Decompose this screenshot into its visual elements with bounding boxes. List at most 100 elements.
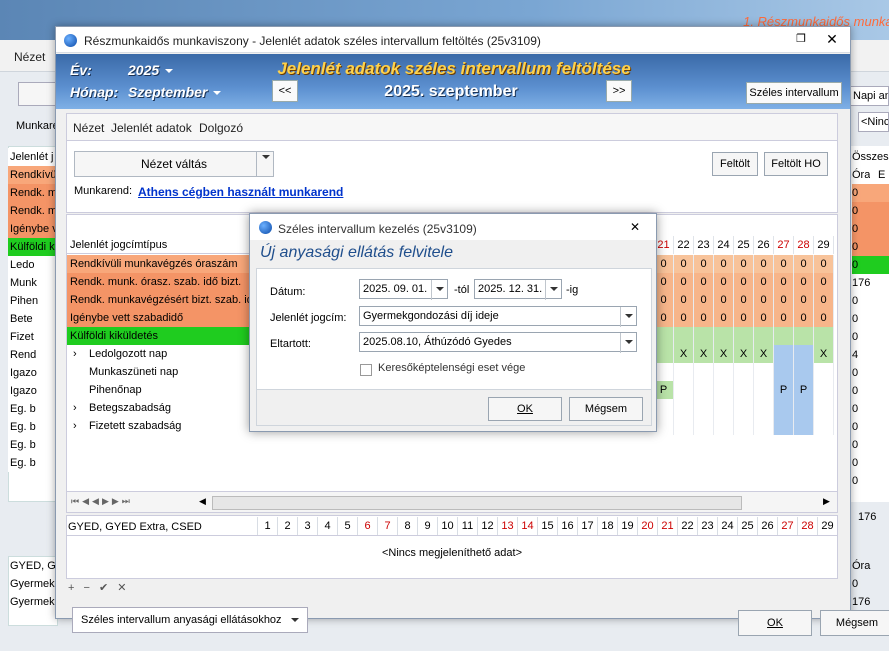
day-cell[interactable] bbox=[694, 399, 714, 417]
day-cell[interactable] bbox=[814, 417, 834, 435]
ok-button[interactable]: OK bbox=[738, 610, 812, 636]
expand-chevron-icon[interactable]: › bbox=[73, 345, 77, 363]
day-cell[interactable]: 0 bbox=[734, 309, 754, 327]
day-cell[interactable] bbox=[814, 399, 834, 417]
scroll-left-icon[interactable]: ◀ bbox=[199, 496, 206, 507]
chevron-down-icon[interactable] bbox=[431, 280, 447, 300]
day-cell[interactable] bbox=[674, 327, 694, 345]
day-cell[interactable] bbox=[714, 327, 734, 345]
day-cell[interactable]: 0 bbox=[794, 309, 814, 327]
chevron-down-icon[interactable] bbox=[620, 307, 636, 327]
menu-jelenlet-adatok[interactable]: Jelenlét adatok bbox=[111, 121, 192, 135]
day-cell[interactable]: 0 bbox=[654, 255, 674, 273]
restore-icon[interactable]: ❐ bbox=[794, 32, 808, 46]
day-cell[interactable]: 0 bbox=[734, 291, 754, 309]
keresokeptelenseg-checkbox[interactable] bbox=[360, 364, 372, 376]
datum-to-field[interactable]: 2025. 12. 31. bbox=[474, 279, 562, 300]
background-nincs-select[interactable]: <Nincs bbox=[858, 112, 889, 132]
day-cell[interactable]: X bbox=[814, 345, 834, 363]
day-cell[interactable]: 0 bbox=[694, 291, 714, 309]
day-cell[interactable] bbox=[654, 363, 674, 381]
day-cell[interactable] bbox=[714, 399, 734, 417]
grid-row[interactable]: Munkaszüneti nap bbox=[67, 363, 257, 381]
day-cell[interactable]: 0 bbox=[754, 273, 774, 291]
day-cell[interactable] bbox=[654, 345, 674, 363]
day-cell[interactable] bbox=[694, 363, 714, 381]
day-cell[interactable]: 0 bbox=[694, 273, 714, 291]
day-cell[interactable] bbox=[754, 327, 774, 345]
horizontal-scrollbar[interactable]: ⏮◀◀▶▶⏭ ◀ ▶ bbox=[66, 491, 838, 513]
day-cell[interactable]: 0 bbox=[654, 273, 674, 291]
chevron-down-icon[interactable] bbox=[545, 280, 561, 300]
day-cell[interactable]: X bbox=[734, 345, 754, 363]
scroll-right-icon[interactable]: ▶ bbox=[823, 496, 830, 507]
day-cell[interactable]: 0 bbox=[754, 255, 774, 273]
day-cell[interactable] bbox=[674, 363, 694, 381]
menu-dolgozo[interactable]: Dolgozó bbox=[199, 121, 243, 135]
close-icon[interactable]: ✕ bbox=[628, 220, 642, 234]
day-cell[interactable]: P bbox=[774, 381, 794, 399]
day-cell[interactable]: 0 bbox=[674, 255, 694, 273]
honap-select[interactable]: Szeptember bbox=[128, 84, 222, 100]
day-cell[interactable] bbox=[774, 417, 794, 435]
day-cell[interactable] bbox=[754, 363, 774, 381]
day-cell[interactable] bbox=[814, 363, 834, 381]
add-icon[interactable]: + bbox=[68, 582, 74, 594]
dialog-ok-button[interactable]: OK bbox=[488, 397, 562, 421]
expand-chevron-icon[interactable]: › bbox=[73, 417, 77, 435]
ev-select[interactable]: 2025 bbox=[128, 62, 174, 78]
feltolt-ho-button[interactable]: Feltölt HO bbox=[764, 152, 828, 176]
menu-nezet[interactable]: Nézet bbox=[73, 121, 104, 135]
grid-row[interactable]: › Betegszabadság bbox=[67, 399, 257, 417]
nezet-valtas-dropdown[interactable]: Nézet váltás bbox=[74, 151, 274, 177]
day-cell[interactable]: 0 bbox=[794, 255, 814, 273]
day-cell[interactable] bbox=[654, 417, 674, 435]
window-titlebar[interactable]: Részmunkaidős munkaviszony - Jelenlét ad… bbox=[56, 27, 850, 53]
day-cell[interactable] bbox=[794, 399, 814, 417]
day-cell[interactable]: 0 bbox=[814, 255, 834, 273]
day-cell[interactable] bbox=[734, 417, 754, 435]
day-cell[interactable] bbox=[794, 327, 814, 345]
scrollbar-thumb[interactable] bbox=[212, 496, 742, 510]
grid-row[interactable]: Pihenőnap bbox=[67, 381, 257, 399]
grid-row[interactable]: Rendkívüli munkavégzés óraszám bbox=[67, 255, 257, 273]
day-cell[interactable]: 0 bbox=[674, 309, 694, 327]
grid-row[interactable]: Külföldi kiküldetés bbox=[67, 327, 257, 345]
day-cell[interactable]: 0 bbox=[734, 273, 754, 291]
day-cell[interactable]: 0 bbox=[714, 309, 734, 327]
day-cell[interactable]: 0 bbox=[674, 273, 694, 291]
day-cell[interactable] bbox=[734, 363, 754, 381]
day-cell[interactable] bbox=[674, 399, 694, 417]
day-cell[interactable]: 0 bbox=[754, 309, 774, 327]
day-cell[interactable] bbox=[794, 363, 814, 381]
check-icon[interactable]: ✔ bbox=[99, 582, 108, 594]
day-cell[interactable]: 0 bbox=[714, 273, 734, 291]
day-cell[interactable] bbox=[714, 417, 734, 435]
day-cell[interactable]: 0 bbox=[814, 309, 834, 327]
dialog-cancel-button[interactable]: Mégsem bbox=[569, 397, 643, 421]
day-cell[interactable] bbox=[774, 327, 794, 345]
day-cell[interactable]: 0 bbox=[734, 255, 754, 273]
day-cell[interactable] bbox=[754, 381, 774, 399]
expand-chevron-icon[interactable]: › bbox=[73, 399, 77, 417]
cancel-icon[interactable]: ✕ bbox=[117, 582, 126, 594]
next-month-button[interactable]: >> bbox=[606, 80, 632, 102]
day-cell[interactable] bbox=[674, 381, 694, 399]
day-cell[interactable]: X bbox=[754, 345, 774, 363]
munkarend-link[interactable]: Athens cégben használt munkarend bbox=[138, 185, 343, 199]
day-cell[interactable]: 0 bbox=[694, 309, 714, 327]
day-cell[interactable] bbox=[794, 417, 814, 435]
datum-from-field[interactable]: 2025. 09. 01. bbox=[359, 279, 448, 300]
feltolt-button[interactable]: Feltölt bbox=[712, 152, 758, 176]
chevron-down-icon[interactable] bbox=[620, 333, 636, 353]
day-cell[interactable]: 0 bbox=[814, 273, 834, 291]
nezet-valtas-arrow[interactable] bbox=[256, 151, 274, 177]
grid-row[interactable]: Rendk. munk. órasz. szab. idő bizt. bbox=[67, 273, 257, 291]
day-cell[interactable] bbox=[774, 363, 794, 381]
day-cell[interactable]: 0 bbox=[774, 291, 794, 309]
day-cell[interactable] bbox=[814, 327, 834, 345]
close-icon[interactable]: ✕ bbox=[824, 31, 840, 47]
day-cell[interactable] bbox=[734, 381, 754, 399]
day-cell[interactable] bbox=[694, 327, 714, 345]
day-cell[interactable]: X bbox=[694, 345, 714, 363]
